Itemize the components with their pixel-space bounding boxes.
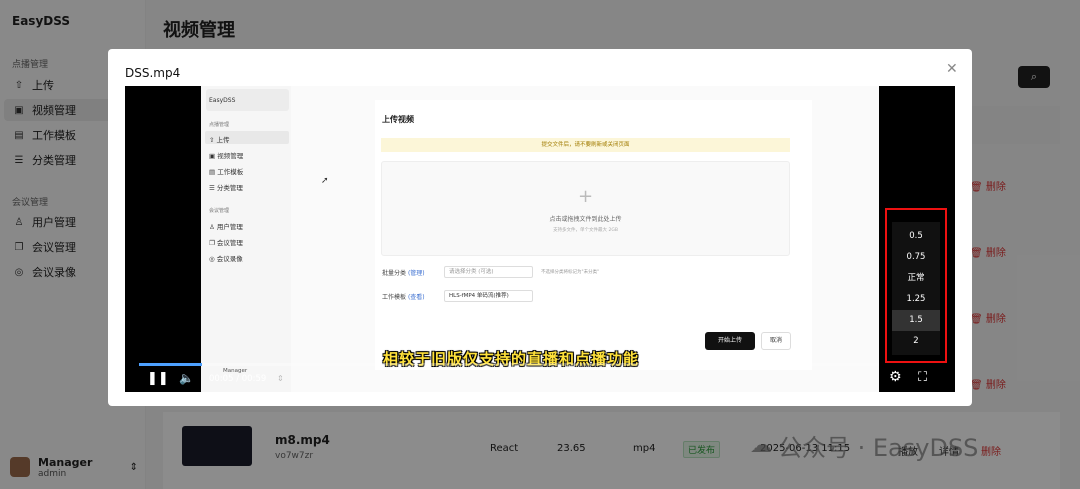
- frame-start-button: 开始上传: [705, 332, 755, 350]
- progress-fill: [139, 363, 202, 366]
- fullscreen-icon[interactable]: ⛶: [918, 370, 927, 385]
- frame-drop-text: 点击或拖拽文件到此处上传: [549, 216, 622, 223]
- close-icon[interactable]: ✕: [946, 61, 958, 77]
- frame-template-label: 工作模板 (查看): [382, 294, 425, 301]
- wechat-icon: ☁: [750, 433, 772, 458]
- watermark: ☁ 公众号 · EasyDSS: [750, 433, 979, 462]
- frame-cancel-button: 取消: [761, 332, 791, 350]
- volume-icon[interactable]: 🔈: [179, 371, 194, 385]
- frame-nav-recordings: ◎ 会议录像: [209, 255, 243, 263]
- frame-notice: 提交文件后，请不要刷新或关闭页面: [381, 138, 790, 152]
- chevron-updown-icon[interactable]: ⇕: [277, 374, 284, 383]
- frame-sidebar: EasyDSS 点播管理 ⇧ 上传 ▣ 视频管理 ▤ 工作模板 ☰ 分类管理 会…: [201, 86, 291, 392]
- gear-icon[interactable]: ⚙: [889, 369, 902, 385]
- frame-drop-hint: 支持多文件，单个文件最大 2GB: [553, 228, 618, 233]
- frame-nav-upload: ⇧ 上传: [209, 136, 230, 144]
- frame-category-select: 请选择分类 (可选): [444, 266, 533, 278]
- video-modal: DSS.mp4 ✕ EasyDSS 点播管理 ⇧ 上传 ▣ 视频管理 ▤ 工作模…: [108, 49, 972, 406]
- progress-bar[interactable]: [139, 363, 879, 366]
- frame-brand: EasyDSS: [209, 97, 236, 104]
- frame-section-vod: 点播管理: [209, 122, 230, 128]
- plus-icon: +: [578, 186, 594, 207]
- pause-icon[interactable]: ❚❚: [147, 371, 169, 386]
- upload-card: 上传视频 提交文件后，请不要刷新或关闭页面 + 点击或拖拽文件到此处上传 支持多…: [375, 100, 812, 370]
- highlight-box: [885, 208, 947, 363]
- frame-card-title: 上传视频: [382, 115, 414, 124]
- video-player[interactable]: EasyDSS 点播管理 ⇧ 上传 ▣ 视频管理 ▤ 工作模板 ☰ 分类管理 会…: [125, 86, 955, 392]
- frame-dropzone: + 点击或拖拽文件到此处上传 支持多文件，单个文件最大 2GB: [381, 161, 790, 256]
- frame-template-select: HLS-fMP4 单码流(推荐): [444, 290, 533, 302]
- cursor-icon: ➚: [321, 176, 329, 186]
- frame-nav-users: ♙ 用户管理: [209, 223, 243, 231]
- time-display: 00:05 / 00:59: [209, 374, 267, 384]
- frame-nav-videos: ▣ 视频管理: [209, 152, 244, 160]
- frame-section-meeting: 会议管理: [209, 208, 230, 214]
- frame-nav-categories: ☰ 分类管理: [209, 184, 243, 192]
- video-frame: EasyDSS 点播管理 ⇧ 上传 ▣ 视频管理 ▤ 工作模板 ☰ 分类管理 会…: [201, 86, 879, 392]
- frame-category-label: 批量分类 (管理): [382, 270, 425, 277]
- frame-category-hint: 不选择分类将标记为"未分类": [541, 270, 600, 275]
- frame-nav-meetings: ❐ 会议管理: [209, 239, 243, 247]
- modal-title: DSS.mp4: [125, 66, 181, 80]
- frame-nav-templates: ▤ 工作模板: [209, 168, 244, 176]
